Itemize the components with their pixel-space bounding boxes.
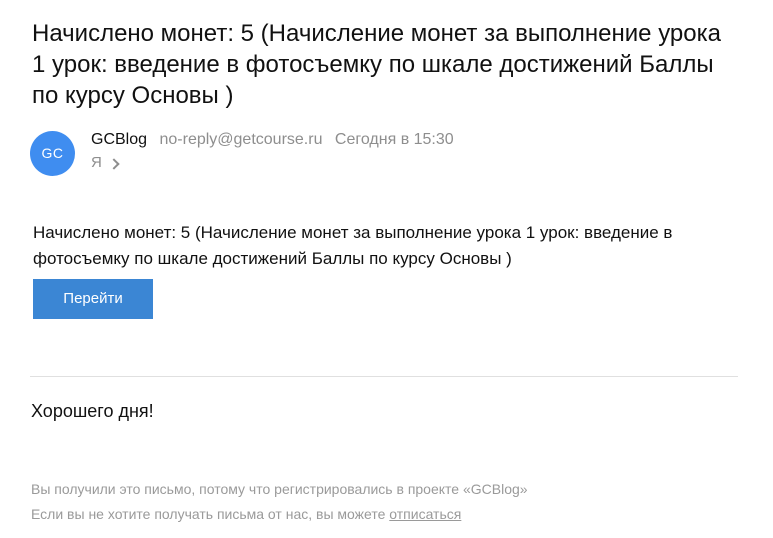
sender-avatar[interactable]: GC: [30, 131, 75, 176]
recipient-toggle[interactable]: Я: [91, 153, 120, 173]
greeting-text: Хорошего дня!: [31, 401, 154, 421]
sender-email[interactable]: no-reply@getcourse.ru: [159, 131, 322, 148]
email-subject: Начислено монет: 5 (Начисление монет за …: [32, 20, 721, 109]
email-body-text: Начислено монет: 5 (Начисление монет за …: [33, 223, 673, 268]
email-footer: Вы получили это письмо, потому что регис…: [31, 477, 528, 527]
unsubscribe-link[interactable]: отписаться: [389, 506, 461, 522]
divider: [30, 376, 738, 377]
footer-unsubscribe-prefix: Если вы не хотите получать письма от нас…: [31, 506, 390, 522]
go-button[interactable]: Перейти: [33, 279, 153, 319]
sender-name[interactable]: GCBlog: [91, 131, 147, 148]
footer-reason-text: Вы получили это письмо, потому что регис…: [31, 481, 528, 497]
footer-unsubscribe-line: Если вы не хотите получать письма от нас…: [31, 502, 528, 527]
chevron-right-icon: [108, 157, 120, 170]
recipient-label: Я: [91, 154, 102, 171]
sender-info: GCBlog no-reply@getcourse.ru Сегодня в 1…: [91, 130, 454, 150]
email-date: Сегодня в 15:30: [334, 131, 454, 148]
